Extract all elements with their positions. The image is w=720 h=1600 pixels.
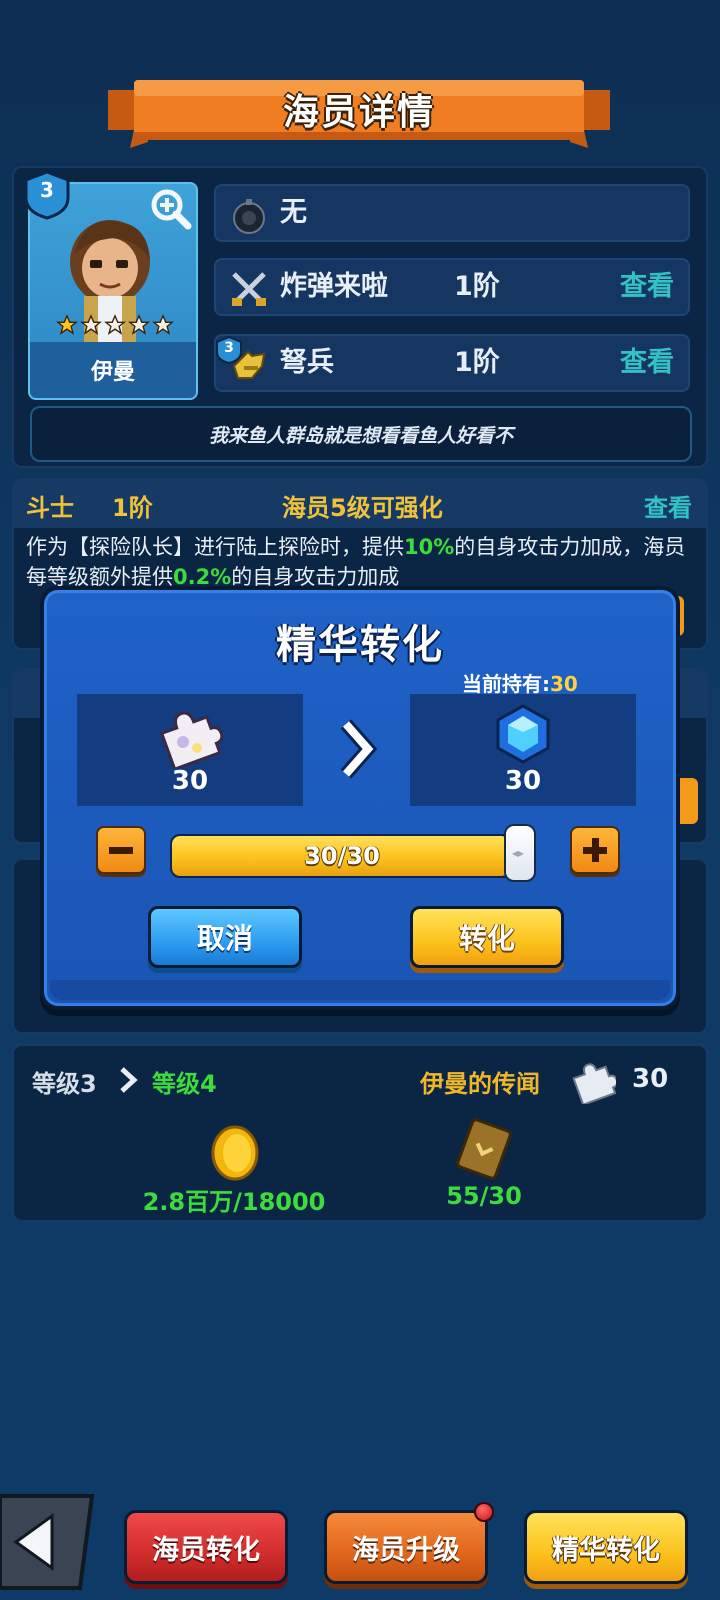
current-level: 等级3 bbox=[32, 1070, 97, 1098]
crew-level-badge: 3 bbox=[24, 170, 70, 220]
skill-name: 炸弹来啦 bbox=[280, 271, 388, 302]
exp-book-icon bbox=[456, 1118, 512, 1180]
notification-dot bbox=[474, 1502, 494, 1522]
gold-cost: 2.8百万/18000 bbox=[142, 1188, 326, 1216]
upgrade-condition: 海员5级可强化 bbox=[282, 494, 443, 522]
class-rank-badge: 3 bbox=[216, 335, 242, 365]
blue-gem-icon bbox=[496, 704, 550, 764]
next-level: 等级4 bbox=[152, 1070, 217, 1098]
chevron-right-icon bbox=[340, 719, 378, 779]
skill-header: 斗士 1阶 海员5级可强化 查看 bbox=[14, 480, 706, 528]
passive-skill-tier: 1阶 bbox=[112, 494, 153, 522]
chevron-right-icon bbox=[120, 1067, 138, 1093]
zoom-in-icon[interactable] bbox=[150, 188, 192, 230]
source-item-box: 30 bbox=[77, 694, 303, 806]
back-button[interactable] bbox=[0, 1494, 96, 1592]
passive-skill-name: 斗士 bbox=[26, 494, 74, 522]
skill-description: 作为【探险队长】进行陆上探险时，提供10%的自身攻击力加成，海员每等级额外提供0… bbox=[26, 535, 686, 589]
puzzle-piece-icon bbox=[159, 711, 223, 768]
class-name: 弩兵 bbox=[280, 347, 334, 378]
target-item-box: 30 bbox=[410, 694, 636, 806]
equipment-row[interactable]: 无 bbox=[214, 184, 690, 242]
crossed-swords-icon bbox=[232, 272, 266, 306]
class-row-crossbow[interactable]: 弩兵 1阶 查看 bbox=[214, 334, 690, 392]
equipment-label: 无 bbox=[280, 197, 307, 228]
back-arrow-icon bbox=[0, 1494, 95, 1590]
star-icon bbox=[128, 314, 150, 335]
star-icon bbox=[152, 314, 174, 335]
amount-slider[interactable]: 30/30 bbox=[170, 834, 532, 878]
bomb-icon bbox=[233, 199, 265, 234]
dialog-title: 精华转化 bbox=[276, 622, 444, 668]
essence-convert-tab[interactable]: 精华转化 bbox=[524, 1510, 688, 1584]
essence-convert-dialog: 精华转化 当前持有:30 30 30 30/30 ◂▸ 取消 转化 bbox=[40, 586, 680, 1010]
view-button[interactable]: 查看 bbox=[620, 260, 674, 314]
class-tier: 1阶 bbox=[454, 347, 500, 378]
rumor-label: 伊曼的传闻 bbox=[420, 1070, 540, 1098]
increase-button[interactable] bbox=[570, 826, 620, 874]
cancel-button[interactable]: 取消 bbox=[148, 906, 302, 968]
star-icon bbox=[104, 314, 126, 335]
slider-handle[interactable]: ◂▸ bbox=[504, 824, 536, 882]
book-cost: 55/30 bbox=[446, 1182, 522, 1210]
target-amount: 30 bbox=[504, 766, 542, 796]
page-title: 海员详情 bbox=[282, 92, 435, 133]
star-icon bbox=[56, 314, 78, 335]
view-button[interactable]: 查看 bbox=[620, 336, 674, 390]
drag-grip-icon: ◂▸ bbox=[512, 846, 525, 860]
decrease-button[interactable] bbox=[96, 826, 146, 874]
star-icon bbox=[80, 314, 102, 335]
crew-name: 伊曼 bbox=[30, 342, 196, 398]
skill-tier: 1阶 bbox=[454, 271, 500, 302]
slider-value: 30/30 bbox=[304, 842, 380, 870]
gold-coin-icon bbox=[211, 1125, 259, 1181]
view-button[interactable]: 查看 bbox=[644, 488, 692, 523]
title-banner: 海员详情 bbox=[108, 76, 610, 148]
crew-convert-tab[interactable]: 海员转化 bbox=[124, 1510, 288, 1584]
rumor-count: 30 bbox=[632, 1064, 669, 1094]
puzzle-piece-icon bbox=[572, 1063, 616, 1104]
convert-button[interactable]: 转化 bbox=[410, 906, 564, 968]
current-holding: 当前持有:30 bbox=[462, 672, 578, 696]
star-rating bbox=[56, 314, 174, 338]
crew-upgrade-tab[interactable]: 海员升级 bbox=[324, 1510, 488, 1584]
source-amount: 30 bbox=[171, 766, 209, 796]
skill-row-bomb[interactable]: 炸弹来啦 1阶 查看 bbox=[214, 258, 690, 316]
level-up-panel: 等级3 等级4 伊曼的传闻 30 2.8百万/18000 55/30 bbox=[12, 1044, 708, 1222]
crew-quote: 我来鱼人群岛就是想看看鱼人好看不 bbox=[30, 406, 692, 462]
